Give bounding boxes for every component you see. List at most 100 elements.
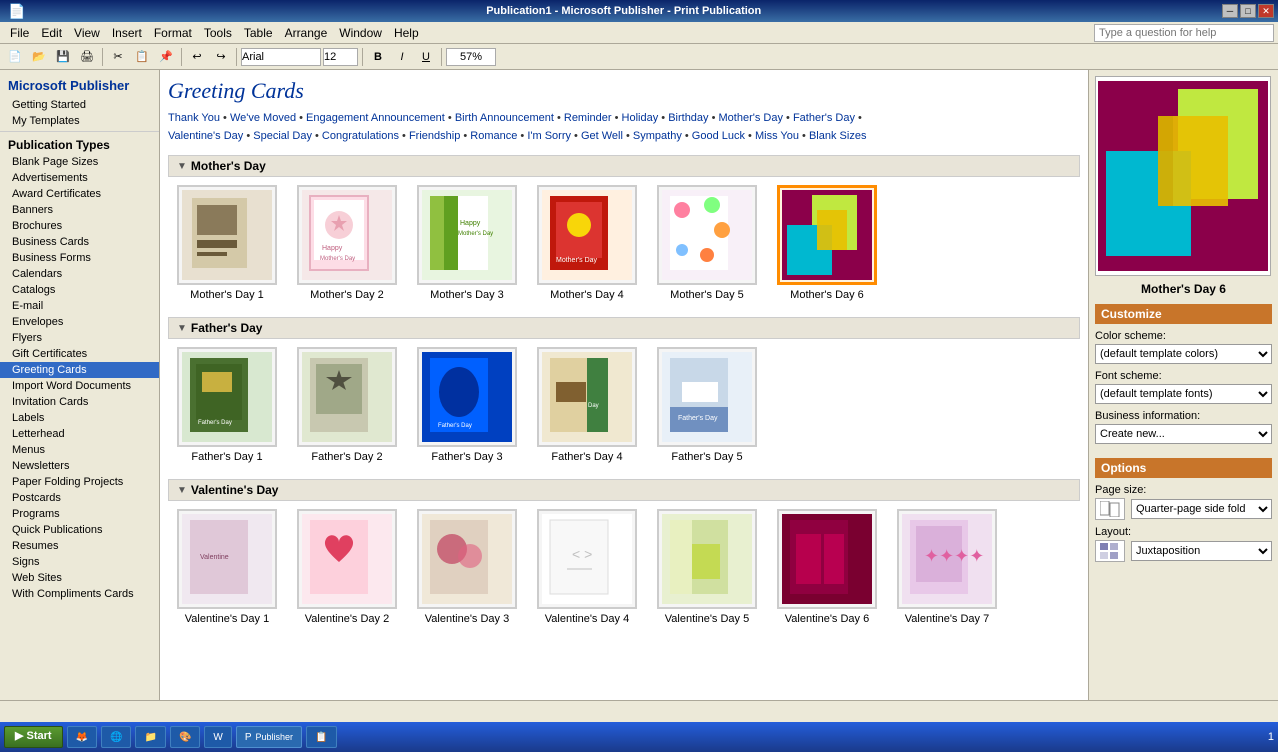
taskbar-publisher[interactable]: P Publisher: [236, 726, 302, 748]
color-scheme-select[interactable]: (default template colors): [1095, 344, 1272, 364]
sidebar-item-gift-certificates[interactable]: Gift Certificates: [0, 346, 159, 362]
template-fathers-day-4[interactable]: Day Father's Day 4: [532, 347, 642, 463]
sidebar-item-banners[interactable]: Banners: [0, 202, 159, 218]
save-btn[interactable]: 💾: [52, 46, 74, 68]
link-get-well[interactable]: Get Well: [581, 130, 623, 142]
link-mothers-day[interactable]: Mother's Day: [719, 112, 783, 124]
template-valentines-1[interactable]: Valentine Valentine's Day 1: [172, 509, 282, 625]
new-btn[interactable]: 📄: [4, 46, 26, 68]
template-valentines-4[interactable]: < > Valentine's Day 4: [532, 509, 642, 625]
sidebar-item-labels[interactable]: Labels: [0, 410, 159, 426]
underline-btn[interactable]: U: [415, 46, 437, 68]
sidebar-item-programs[interactable]: Programs: [0, 506, 159, 522]
menu-insert[interactable]: Insert: [106, 24, 148, 42]
link-good-luck[interactable]: Good Luck: [692, 130, 745, 142]
taskbar-files[interactable]: 📁: [135, 726, 165, 748]
sidebar-item-calendars[interactable]: Calendars: [0, 266, 159, 282]
font-scheme-select[interactable]: (default template fonts): [1095, 384, 1272, 404]
sidebar-item-email[interactable]: E-mail: [0, 298, 159, 314]
link-thankyou[interactable]: Thank You: [168, 112, 220, 124]
sidebar-item-with-compliments[interactable]: With Compliments Cards: [0, 586, 159, 602]
link-engagement[interactable]: Engagement Announcement: [306, 112, 445, 124]
minimize-button[interactable]: ─: [1222, 4, 1238, 18]
sidebar-item-resumes[interactable]: Resumes: [0, 538, 159, 554]
sidebar-item-quick-publications[interactable]: Quick Publications: [0, 522, 159, 538]
sidebar-item-signs[interactable]: Signs: [0, 554, 159, 570]
sidebar-item-my-templates[interactable]: My Templates: [0, 113, 159, 129]
link-wevemoved[interactable]: We've Moved: [230, 112, 296, 124]
link-blank-sizes[interactable]: Blank Sizes: [809, 130, 866, 142]
sidebar-item-business-forms[interactable]: Business Forms: [0, 250, 159, 266]
help-search-input[interactable]: [1094, 24, 1274, 42]
sidebar-item-business-cards[interactable]: Business Cards: [0, 234, 159, 250]
close-button[interactable]: ✕: [1258, 4, 1274, 18]
template-fathers-day-5[interactable]: Father's Day Father's Day 5: [652, 347, 762, 463]
print-btn[interactable]: 🖨: [76, 46, 98, 68]
sidebar-item-flyers[interactable]: Flyers: [0, 330, 159, 346]
copy-btn[interactable]: 📋: [131, 46, 153, 68]
font-name-input[interactable]: [241, 48, 321, 66]
template-mothers-day-4[interactable]: Mother's Day Mother's Day 4: [532, 185, 642, 301]
template-fathers-day-1[interactable]: Father's Day Father's Day 1: [172, 347, 282, 463]
font-size-input[interactable]: [323, 48, 358, 66]
menu-view[interactable]: View: [68, 24, 106, 42]
link-im-sorry[interactable]: I'm Sorry: [527, 130, 571, 142]
template-mothers-day-1[interactable]: Mother's Day 1: [172, 185, 282, 301]
taskbar-clipboard[interactable]: 📋: [306, 726, 336, 748]
template-fathers-day-2[interactable]: Father's Day 2: [292, 347, 402, 463]
sidebar-item-award-certificates[interactable]: Award Certificates: [0, 186, 159, 202]
sidebar-item-newsletters[interactable]: Newsletters: [0, 458, 159, 474]
menu-edit[interactable]: Edit: [35, 24, 68, 42]
sidebar-item-menus[interactable]: Menus: [0, 442, 159, 458]
menu-tools[interactable]: Tools: [198, 24, 238, 42]
italic-btn[interactable]: I: [391, 46, 413, 68]
taskbar-word[interactable]: W: [204, 726, 231, 748]
template-fathers-day-3[interactable]: Father's Day Father's Day 3: [412, 347, 522, 463]
maximize-button[interactable]: □: [1240, 4, 1256, 18]
template-mothers-day-2[interactable]: Happy Mother's Day Mother's Day 2: [292, 185, 402, 301]
undo-btn[interactable]: ↩: [186, 46, 208, 68]
link-congratulations[interactable]: Congratulations: [322, 130, 399, 142]
sidebar-item-blank-page-sizes[interactable]: Blank Page Sizes: [0, 154, 159, 170]
sidebar-item-catalogs[interactable]: Catalogs: [0, 282, 159, 298]
bold-btn[interactable]: B: [367, 46, 389, 68]
link-sympathy[interactable]: Sympathy: [633, 130, 682, 142]
business-info-select[interactable]: Create new...: [1095, 424, 1272, 444]
link-reminder[interactable]: Reminder: [564, 112, 612, 124]
sidebar-item-web-sites[interactable]: Web Sites: [0, 570, 159, 586]
menu-format[interactable]: Format: [148, 24, 198, 42]
layout-select[interactable]: Juxtaposition: [1131, 541, 1272, 561]
link-birth[interactable]: Birth Announcement: [455, 112, 554, 124]
template-valentines-2[interactable]: Valentine's Day 2: [292, 509, 402, 625]
start-button[interactable]: ▶ Start: [4, 726, 63, 748]
zoom-input[interactable]: [446, 48, 496, 66]
redo-btn[interactable]: ↪: [210, 46, 232, 68]
sidebar-item-envelopes[interactable]: Envelopes: [0, 314, 159, 330]
sidebar-item-letterhead[interactable]: Letterhead: [0, 426, 159, 442]
template-valentines-7[interactable]: ✦✦✦✦ Valentine's Day 7: [892, 509, 1002, 625]
link-valentines[interactable]: Valentine's Day: [168, 130, 243, 142]
link-special-day[interactable]: Special Day: [253, 130, 312, 142]
template-valentines-6[interactable]: Valentine's Day 6: [772, 509, 882, 625]
fathers-day-section-header[interactable]: ▼ Father's Day: [168, 317, 1080, 339]
cut-btn[interactable]: ✂: [107, 46, 129, 68]
menu-arrange[interactable]: Arrange: [279, 24, 334, 42]
sidebar-item-advertisements[interactable]: Advertisements: [0, 170, 159, 186]
taskbar-paint[interactable]: 🎨: [170, 726, 200, 748]
sidebar-item-invitation-cards[interactable]: Invitation Cards: [0, 394, 159, 410]
sidebar-item-paper-folding[interactable]: Paper Folding Projects: [0, 474, 159, 490]
mothers-day-section-header[interactable]: ▼ Mother's Day: [168, 155, 1080, 177]
sidebar-item-brochures[interactable]: Brochures: [0, 218, 159, 234]
open-btn[interactable]: 📂: [28, 46, 50, 68]
sidebar-item-getting-started[interactable]: Getting Started: [0, 97, 159, 113]
sidebar-item-import-word[interactable]: Import Word Documents: [0, 378, 159, 394]
template-mothers-day-6[interactable]: Mother's Day 6: [772, 185, 882, 301]
template-mothers-day-3[interactable]: Happy Mother's Day Mother's Day 3: [412, 185, 522, 301]
template-valentines-5[interactable]: Valentine's Day 5: [652, 509, 762, 625]
template-mothers-day-5[interactable]: Mother's Day 5: [652, 185, 762, 301]
template-valentines-3[interactable]: Valentine's Day 3: [412, 509, 522, 625]
menu-window[interactable]: Window: [333, 24, 388, 42]
menu-help[interactable]: Help: [388, 24, 425, 42]
menu-table[interactable]: Table: [238, 24, 279, 42]
sidebar-item-greeting-cards[interactable]: Greeting Cards: [0, 362, 159, 378]
